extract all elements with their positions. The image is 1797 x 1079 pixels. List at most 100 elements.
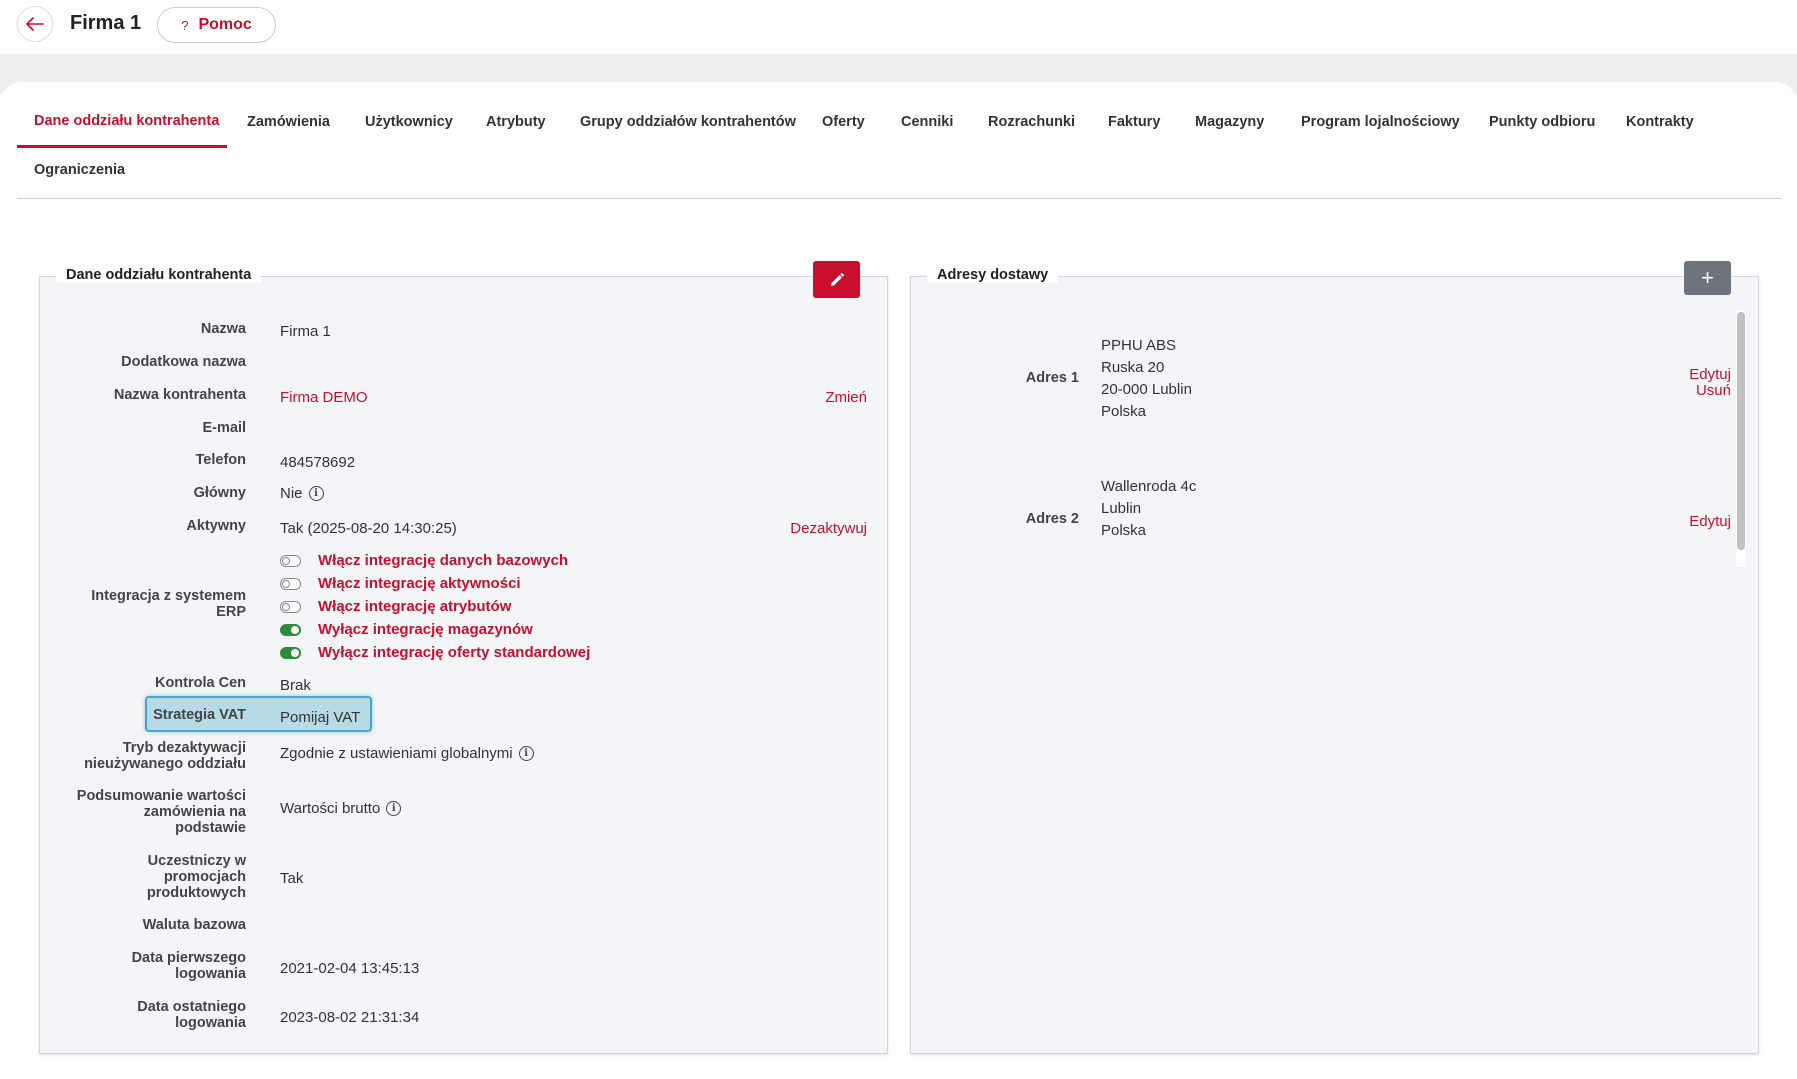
erp-label-line1: Integracja z systemem bbox=[91, 588, 246, 604]
erp-toggle-activity[interactable]: Włącz integrację aktywności bbox=[280, 575, 521, 592]
nazwa-value: Firma 1 bbox=[280, 323, 331, 340]
delete-address-1-link[interactable]: Usuń bbox=[1689, 383, 1731, 399]
address-line: Wallenroda 4c bbox=[1101, 478, 1197, 495]
add-address-button[interactable]: + bbox=[1684, 261, 1731, 295]
tryb-value: Zgodnie z ustawieniami globalnymi bbox=[280, 745, 513, 762]
tab-magazyny[interactable]: Magazyny bbox=[1195, 114, 1264, 130]
toggle-off-icon bbox=[280, 577, 301, 590]
podsumowanie-label: Podsumowanie wartości zamówienia na pods… bbox=[46, 788, 246, 836]
glowny-label: Główny bbox=[193, 485, 246, 501]
question-icon: ? bbox=[181, 17, 189, 33]
address-line: 20-000 Lublin bbox=[1101, 381, 1192, 398]
edit-button[interactable] bbox=[813, 261, 860, 298]
help-label: Pomoc bbox=[198, 16, 252, 33]
first-login-label-line2: logowania bbox=[175, 966, 246, 982]
tab-atrybuty[interactable]: Atrybuty bbox=[486, 114, 546, 130]
last-login-label-line1: Data ostatniego bbox=[137, 999, 246, 1015]
tab-program-lojalnosciowy[interactable]: Program lojalnościowy bbox=[1301, 114, 1460, 130]
promo-label-line3: produktowych bbox=[146, 885, 246, 901]
erp-toggle-label: Wyłącz integrację oferty standardowej bbox=[318, 644, 591, 661]
edit-address-1-link[interactable]: Edytuj bbox=[1689, 367, 1731, 383]
tab-cenniki[interactable]: Cenniki bbox=[901, 114, 953, 130]
first-login-label: Data pierwszego logowania bbox=[46, 950, 246, 982]
address-line: Polska bbox=[1101, 403, 1147, 420]
erp-toggle-base-data[interactable]: Włącz integrację danych bazowych bbox=[280, 552, 568, 569]
erp-label-line2: ERP bbox=[216, 604, 246, 620]
page-title: Firma 1 bbox=[70, 12, 142, 34]
tab-grupy-oddzialow[interactable]: Grupy oddziałów kontrahentów bbox=[580, 114, 796, 130]
arrow-left-icon bbox=[26, 17, 44, 31]
edit-address-2-link[interactable]: Edytuj bbox=[1689, 514, 1731, 530]
top-bar: Firma 1 ? Pomoc bbox=[0, 0, 1797, 54]
tab-oferty[interactable]: Oferty bbox=[822, 114, 865, 130]
podsumowanie-value-group: Wartości brutto i bbox=[280, 800, 402, 817]
tab-dane-oddzialu[interactable]: Dane oddziału kontrahenta bbox=[34, 113, 219, 129]
tab-bar: Dane oddziału kontrahenta Zamówienia Uży… bbox=[17, 96, 1782, 199]
address-line: Ruska 20 bbox=[1101, 359, 1165, 376]
first-login-value: 2021-02-04 13:45:13 bbox=[280, 960, 420, 977]
erp-integration-label: Integracja z systemem ERP bbox=[46, 588, 246, 620]
delivery-addresses-panel: Adresy dostawy + Adres 1 PPHU ABS Ruska … bbox=[910, 261, 1759, 1054]
tab-punkty-odbioru[interactable]: Punkty odbioru bbox=[1489, 114, 1595, 130]
toggle-on-icon bbox=[280, 623, 301, 636]
addresses-panel-title: Adresy dostawy bbox=[927, 267, 1059, 283]
promo-label-line2: promocjach bbox=[163, 869, 246, 885]
tab-rozrachunki[interactable]: Rozrachunki bbox=[988, 114, 1075, 130]
address-2-label: Adres 2 bbox=[1025, 511, 1079, 527]
toggle-off-icon bbox=[280, 554, 301, 567]
tryb-value-group: Zgodnie z ustawieniami globalnymi i bbox=[280, 745, 534, 762]
erp-toggle-label: Wyłącz integrację magazynów bbox=[318, 621, 533, 638]
podsum-label-line1: Podsumowanie wartości bbox=[76, 788, 246, 804]
aktywny-label: Aktywny bbox=[186, 518, 246, 534]
back-button[interactable] bbox=[17, 6, 53, 42]
tab-uzytkownicy[interactable]: Użytkownicy bbox=[365, 114, 453, 130]
tab-kontrakty[interactable]: Kontrakty bbox=[1626, 114, 1694, 130]
info-icon[interactable]: i bbox=[308, 486, 324, 501]
waluta-label: Waluta bazowa bbox=[142, 917, 246, 933]
telefon-label: Telefon bbox=[195, 452, 246, 468]
tryb-dezaktywacji-label: Tryb dezaktywacji nieużywanego oddziału bbox=[46, 740, 246, 772]
help-button[interactable]: ? Pomoc bbox=[157, 7, 276, 43]
strategia-vat-value: Pomijaj VAT bbox=[280, 709, 361, 726]
glowny-value: Nie bbox=[280, 485, 303, 502]
strategia-vat-label: Strategia VAT bbox=[153, 707, 246, 723]
address-1-label: Adres 1 bbox=[1025, 370, 1079, 386]
deactivate-link[interactable]: Dezaktywuj bbox=[790, 520, 867, 537]
nazwa-kontrahenta-label: Nazwa kontrahenta bbox=[113, 387, 246, 403]
pencil-icon bbox=[830, 272, 844, 286]
kontrahent-link[interactable]: Firma DEMO bbox=[280, 389, 368, 406]
promocje-label: Uczestniczy w promocjach produktowych bbox=[46, 853, 246, 901]
scrollbar-thumb[interactable] bbox=[1737, 312, 1745, 550]
erp-toggle-standard-offer[interactable]: Wyłącz integrację oferty standardowej bbox=[280, 644, 590, 661]
address-2-lines: Wallenroda 4c Lublin Polska bbox=[1101, 476, 1196, 542]
erp-toggle-label: Włącz integrację aktywności bbox=[318, 575, 521, 592]
addresses-scrollbar[interactable] bbox=[1736, 311, 1746, 567]
glowny-value-group: Nie i bbox=[280, 485, 324, 502]
erp-toggle-label: Włącz integrację atrybutów bbox=[318, 598, 512, 615]
erp-toggle-attributes[interactable]: Włącz integrację atrybutów bbox=[280, 598, 511, 615]
info-icon[interactable]: i bbox=[386, 801, 402, 816]
dodatkowa-nazwa-label: Dodatkowa nazwa bbox=[121, 354, 246, 370]
erp-toggle-warehouses[interactable]: Wyłącz integrację magazynów bbox=[280, 621, 533, 638]
tab-zamowienia[interactable]: Zamówienia bbox=[247, 114, 330, 130]
tab-faktury[interactable]: Faktury bbox=[1108, 114, 1160, 130]
info-icon[interactable]: i bbox=[518, 746, 534, 761]
first-login-label-line1: Data pierwszego bbox=[131, 950, 246, 966]
details-panel: Dane oddziału kontrahenta Nazwa Firma 1 … bbox=[39, 261, 888, 1054]
address-1-lines: PPHU ABS Ruska 20 20-000 Lublin Polska bbox=[1101, 335, 1192, 423]
aktywny-value: Tak (2025-08-20 14:30:25) bbox=[280, 520, 457, 537]
tab-ograniczenia[interactable]: Ograniczenia bbox=[34, 162, 125, 178]
address-2-actions: Edytuj bbox=[1689, 514, 1731, 530]
kontrola-cen-value: Brak bbox=[280, 677, 311, 694]
change-kontrahent-link[interactable]: Zmień bbox=[825, 389, 867, 406]
address-line: Lublin bbox=[1101, 500, 1142, 517]
promo-label-line1: Uczestniczy w bbox=[147, 853, 246, 869]
telefon-value: 484578692 bbox=[280, 454, 356, 471]
tryb-label-line2: nieużywanego oddziału bbox=[84, 756, 246, 772]
address-line: Polska bbox=[1101, 522, 1147, 539]
erp-toggle-label: Włącz integrację danych bazowych bbox=[318, 552, 569, 569]
promocje-value: Tak bbox=[280, 870, 304, 887]
email-label: E-mail bbox=[202, 420, 246, 436]
active-tab-indicator bbox=[17, 145, 227, 148]
last-login-label-line2: logowania bbox=[175, 1015, 246, 1031]
